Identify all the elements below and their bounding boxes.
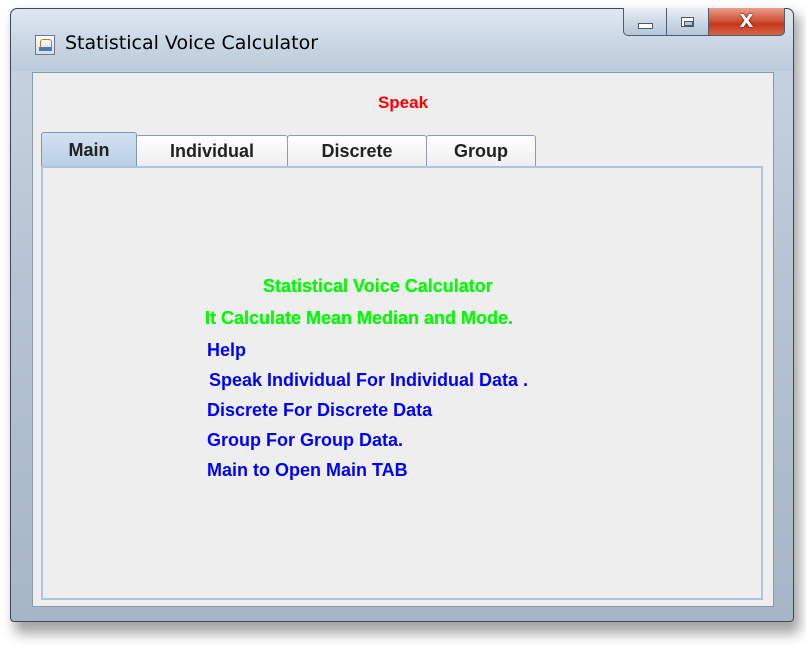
tab-discrete[interactable]: Discrete [287, 135, 427, 166]
help-title: Help [207, 340, 247, 360]
java-app-icon[interactable] [35, 35, 55, 55]
window-controls: X [623, 8, 785, 38]
content-area: Speak Main Individual Discrete Group Sta… [32, 72, 774, 607]
minimize-button[interactable] [623, 8, 667, 36]
help-line-individual: Speak Individual For Individual Data . [209, 370, 529, 390]
maximize-button[interactable] [667, 8, 709, 36]
panel-description: It Calculate Mean Median and Mode. [205, 308, 514, 328]
speak-label: Speak [377, 93, 429, 112]
app-window: Statistical Voice Calculator X Speak Mai… [10, 8, 794, 622]
minimize-icon [637, 22, 653, 29]
title-bar[interactable]: Statistical Voice Calculator X [11, 8, 793, 71]
maximize-icon [681, 16, 694, 27]
main-tab-panel: Statistical Voice Calculator It Calculat… [41, 166, 763, 600]
help-line-main: Main to Open Main TAB [207, 460, 408, 480]
tab-bar: Main Individual Discrete Group [41, 132, 536, 166]
close-button[interactable]: X [709, 8, 785, 36]
close-icon: X [739, 11, 754, 32]
tab-group[interactable]: Group [426, 135, 536, 166]
tab-main[interactable]: Main [41, 132, 137, 166]
help-line-discrete: Discrete For Discrete Data [207, 400, 433, 420]
panel-heading: Statistical Voice Calculator [263, 276, 493, 296]
window-title: Statistical Voice Calculator [65, 32, 319, 54]
tab-individual[interactable]: Individual [136, 135, 288, 166]
help-line-group: Group For Group Data. [207, 430, 403, 450]
